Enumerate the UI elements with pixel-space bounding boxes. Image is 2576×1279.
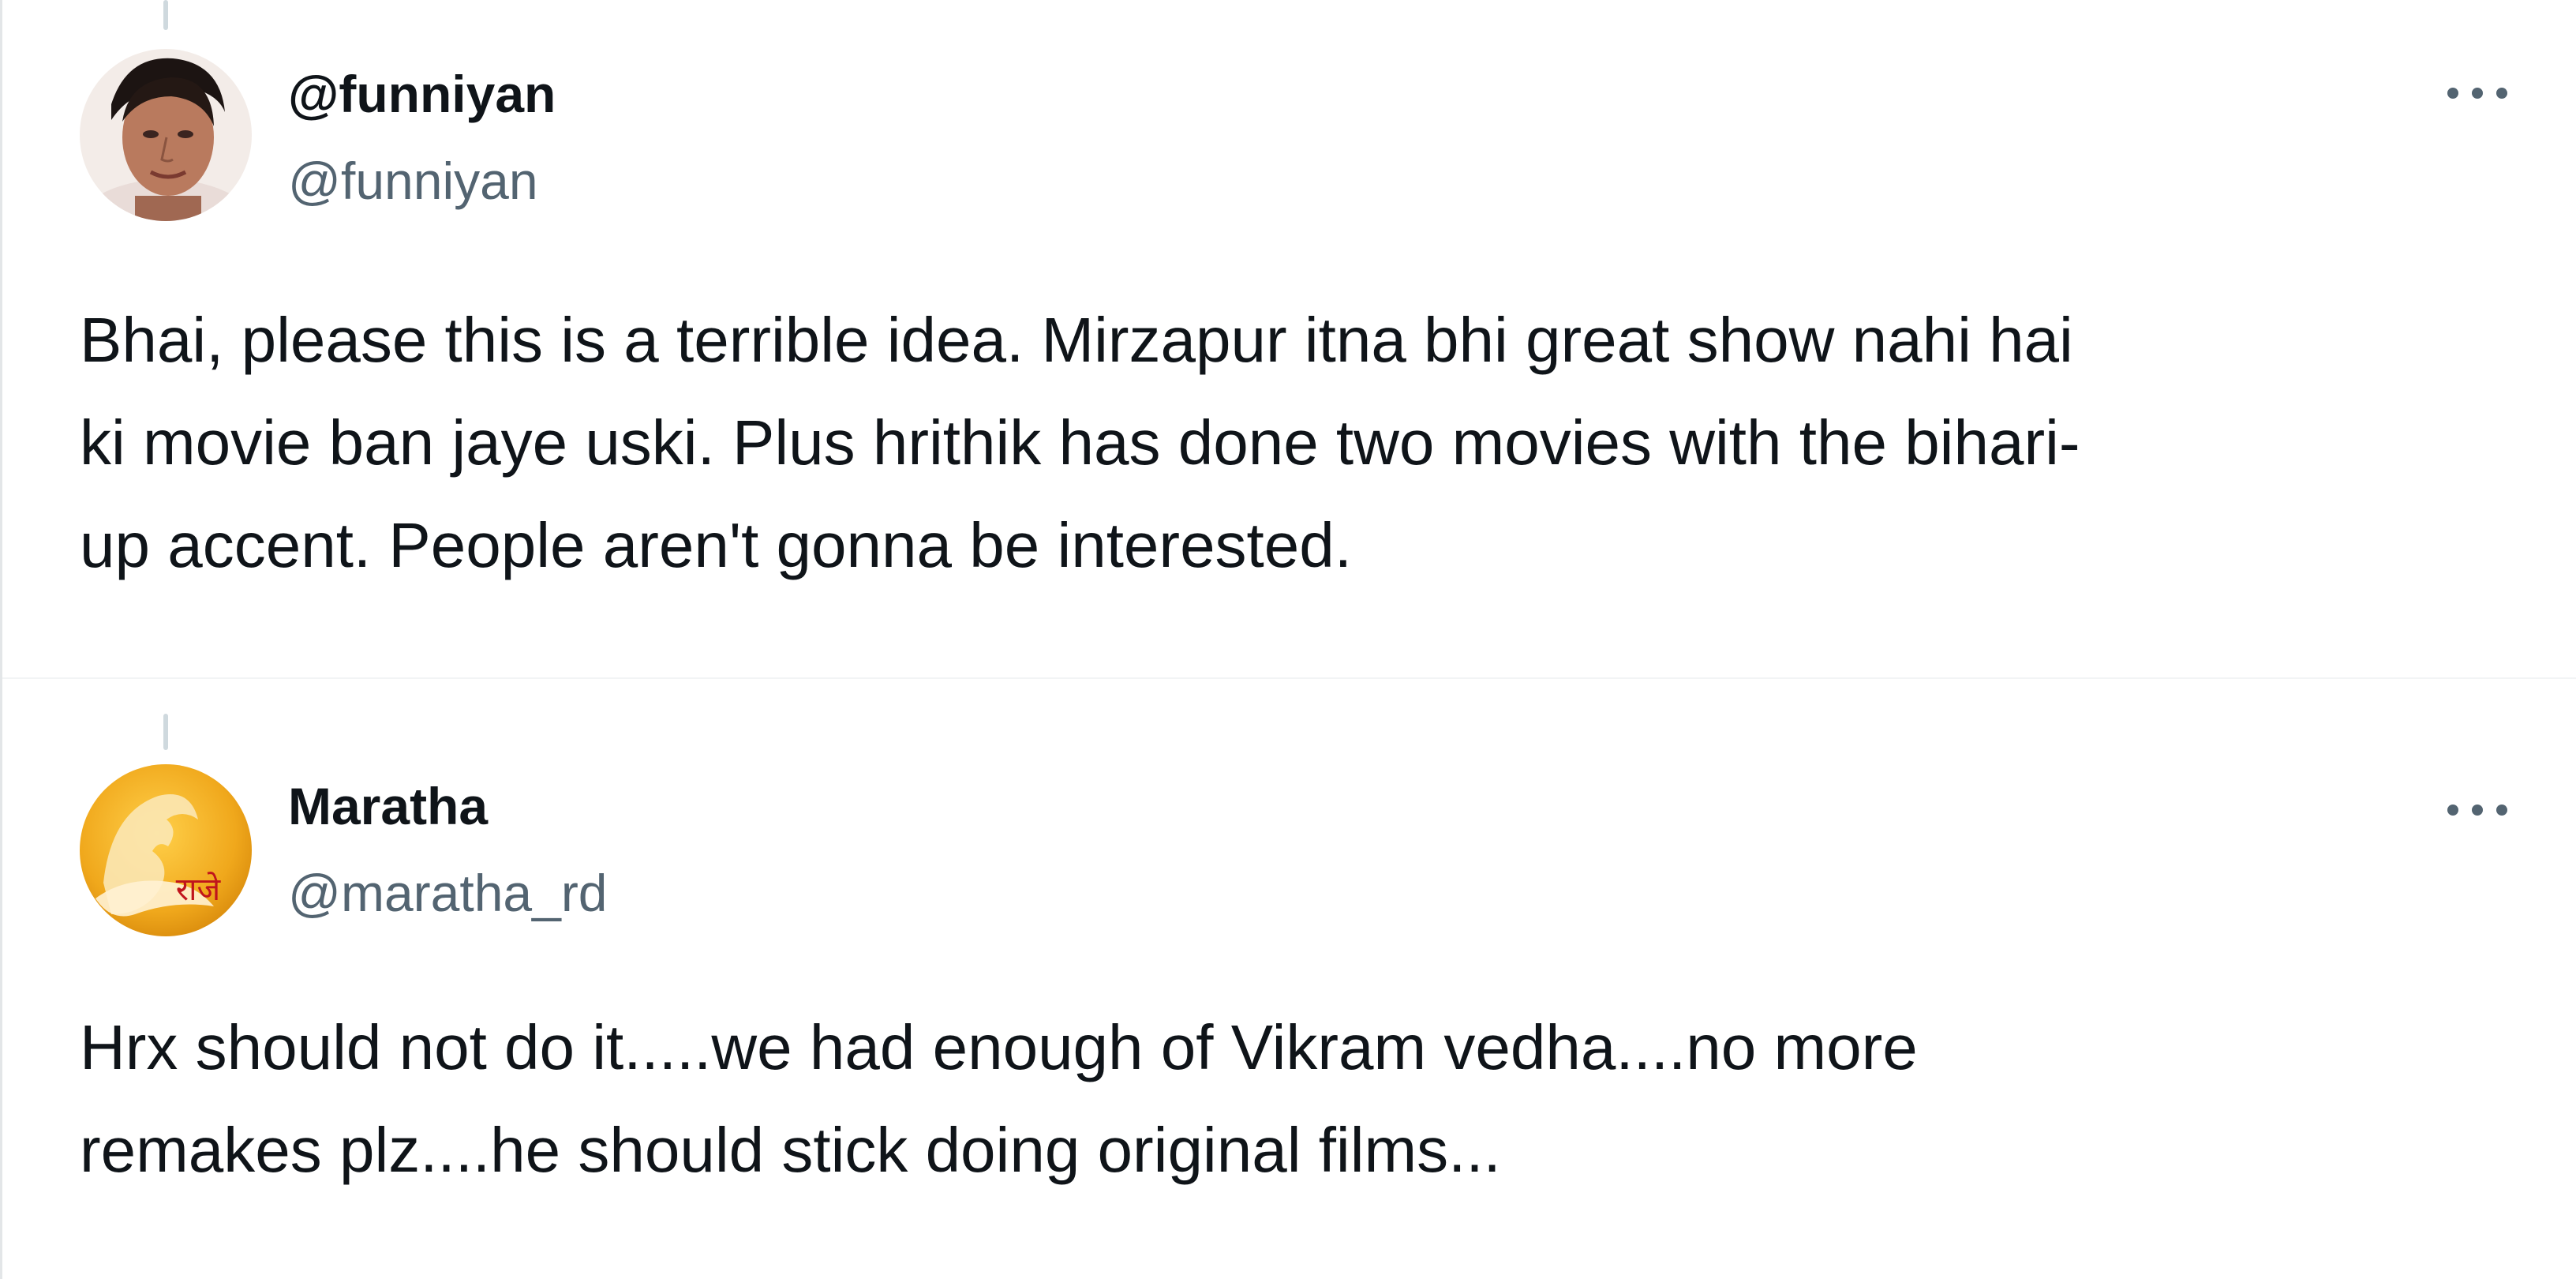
display-name[interactable]: Maratha: [288, 780, 488, 832]
reply-tweet[interactable]: @funniyan @funniyan Bhai, please this is…: [2, 0, 2576, 679]
thread-connector-line: [163, 714, 168, 750]
more-horizontal-icon: [2447, 88, 2458, 99]
tweet-divider: [2, 677, 2576, 679]
more-options-button[interactable]: [2439, 71, 2515, 115]
avatar-logo-text: राजे: [176, 872, 222, 908]
more-dot: [2496, 88, 2507, 99]
user-handle[interactable]: @maratha_rd: [288, 867, 608, 919]
more-dot: [2496, 805, 2507, 816]
user-handle[interactable]: @funniyan: [288, 155, 538, 207]
user-photo-avatar-icon: [80, 49, 252, 221]
more-horizontal-icon: [2447, 805, 2458, 816]
more-options-button[interactable]: [2439, 788, 2515, 832]
reply-tweet[interactable]: राजे Maratha @maratha_rd Hrx should not …: [2, 695, 2576, 1279]
reply-thread: @funniyan @funniyan Bhai, please this is…: [0, 0, 2576, 1279]
user-avatar[interactable]: राजे: [80, 764, 252, 936]
display-name[interactable]: @funniyan: [288, 68, 556, 120]
tweet-text: Hrx should not do it.....we had enough o…: [80, 1012, 1918, 1185]
more-dot: [2472, 88, 2483, 99]
thread-connector-line: [163, 0, 168, 30]
user-avatar[interactable]: [80, 49, 252, 221]
tweet-text: Bhai, please this is a terrible idea. Mi…: [80, 305, 2080, 580]
more-dot: [2472, 805, 2483, 816]
maratha-logo-avatar-icon: राजे: [80, 764, 252, 936]
